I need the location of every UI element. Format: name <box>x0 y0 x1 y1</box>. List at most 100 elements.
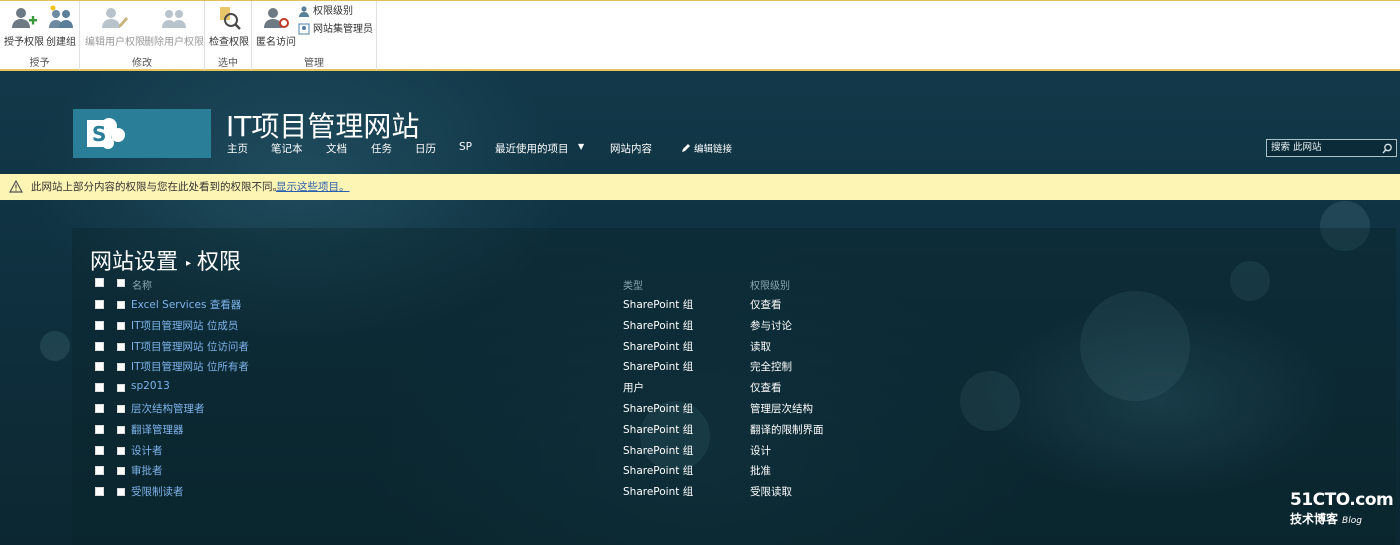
row-type: SharePoint 组 <box>623 320 694 332</box>
search-input[interactable]: 搜索 此网站 <box>1266 139 1397 157</box>
row-type: SharePoint 组 <box>623 445 694 457</box>
check-permissions-label: 检查权限 <box>209 37 249 48</box>
site-collection-admins-label: 网站集管理员 <box>313 24 373 35</box>
edit-user-permissions-button[interactable]: 编辑用户权限 <box>85 5 145 48</box>
svg-text:S: S <box>92 122 106 146</box>
row-checkbox[interactable] <box>95 342 104 351</box>
nav-item-sp[interactable]: SP <box>459 141 472 153</box>
warning-text: 此网站上部分内容的权限与您在此处看到的权限不同。 <box>31 181 283 193</box>
row-permission-level: 仅查看 <box>750 299 782 311</box>
grant-permissions-button[interactable]: 授予权限 <box>4 5 44 48</box>
breadcrumb-separator-icon: ▸ <box>186 257 192 269</box>
row-type: SharePoint 组 <box>623 465 694 477</box>
column-header-type[interactable]: 类型 <box>623 277 643 292</box>
row-name-link[interactable]: 翻译管理器 <box>131 422 184 437</box>
row-type: SharePoint 组 <box>623 361 694 373</box>
row-permission-level: 批准 <box>750 465 771 477</box>
column-header-level[interactable]: 权限级别 <box>750 277 790 292</box>
anonymous-access-button[interactable]: 匿名访问 <box>256 5 296 48</box>
ribbon-group-grant-label: 授予 <box>29 58 50 69</box>
row-type: SharePoint 组 <box>623 486 694 498</box>
permission-levels-button[interactable]: 权限级别 <box>298 4 353 20</box>
watermark-line3: Blog <box>1342 516 1362 526</box>
row-type: SharePoint 组 <box>623 341 694 353</box>
row-checkbox[interactable] <box>95 383 104 392</box>
user-lock-icon <box>264 8 289 28</box>
site-collection-admins-button[interactable]: 网站集管理员 <box>298 22 373 38</box>
ribbon-group-check: 检查权限 选中 <box>205 1 252 70</box>
user-small-icon <box>299 6 309 17</box>
ribbon-group-modify-label: 修改 <box>132 58 152 69</box>
row-name-link[interactable]: 受限制读者 <box>131 484 184 499</box>
show-items-link[interactable]: 显示这些项目。 <box>276 174 350 200</box>
row-name-link[interactable]: Excel Services 查看器 <box>131 297 241 312</box>
row-checkbox[interactable] <box>95 362 104 371</box>
row-name-link[interactable]: 设计者 <box>131 443 163 458</box>
pencil-icon <box>682 144 690 152</box>
row-item-checkbox[interactable] <box>117 363 125 371</box>
ribbon-group-grant: 授予权限 创建组 授予 <box>0 1 80 70</box>
edit-links-button[interactable]: 编辑链接 <box>681 141 732 155</box>
row-name-link[interactable]: 层次结构管理者 <box>131 401 205 416</box>
row-item-checkbox[interactable] <box>117 447 125 455</box>
row-checkbox[interactable] <box>95 487 104 496</box>
row-permission-level: 翻译的限制界面 <box>750 424 824 436</box>
row-checkbox[interactable] <box>95 404 104 413</box>
nav-item-calendar[interactable]: 日历 <box>415 141 436 156</box>
admin-small-icon <box>298 23 310 35</box>
row-type: SharePoint 组 <box>623 403 694 415</box>
row-item-checkbox[interactable] <box>117 322 125 330</box>
row-item-checkbox[interactable] <box>117 426 125 434</box>
watermark-line2: 技术博客 <box>1290 512 1339 526</box>
row-permission-level: 仅查看 <box>750 382 782 394</box>
site-logo[interactable]: S <box>73 109 211 158</box>
group-icon <box>49 5 73 28</box>
row-item-checkbox[interactable] <box>117 488 125 496</box>
remove-user-permissions-label: 删除用户权限 <box>144 37 204 48</box>
row-item-checkbox[interactable] <box>117 384 125 392</box>
nav-item-notebook[interactable]: 笔记本 <box>271 141 303 156</box>
chevron-down-icon[interactable]: ▼ <box>578 142 584 151</box>
select-all-checkbox[interactable] <box>95 278 104 287</box>
header-item-checkbox[interactable] <box>117 279 125 287</box>
magnifier-icon <box>220 7 241 30</box>
column-header-name[interactable]: 名称 <box>132 277 152 292</box>
row-item-checkbox[interactable] <box>117 405 125 413</box>
anonymous-access-label: 匿名访问 <box>256 37 296 48</box>
breadcrumb-site-settings[interactable]: 网站设置 <box>90 250 178 275</box>
row-permission-level: 参与讨论 <box>750 320 792 332</box>
row-type: SharePoint 组 <box>623 299 694 311</box>
row-name-link[interactable]: IT项目管理网站 位访问者 <box>131 339 249 354</box>
row-permission-level: 管理层次结构 <box>750 403 813 415</box>
edit-user-permissions-label: 编辑用户权限 <box>85 37 145 48</box>
row-name-link[interactable]: IT项目管理网站 位所有者 <box>131 359 249 374</box>
row-checkbox[interactable] <box>95 446 104 455</box>
row-item-checkbox[interactable] <box>117 467 125 475</box>
ribbon-group-check-label: 选中 <box>218 58 238 69</box>
row-item-checkbox[interactable] <box>117 301 125 309</box>
ribbon: 授予权限 创建组 授予 编辑用户权限 删除用户权限 修改 检查权限 选中 匿名访… <box>0 0 1400 71</box>
nav-item-tasks[interactable]: 任务 <box>371 141 392 156</box>
create-group-button[interactable]: 创建组 <box>46 5 76 48</box>
site-title[interactable]: IT项目管理网站 <box>226 105 419 145</box>
row-checkbox[interactable] <box>95 466 104 475</box>
row-item-checkbox[interactable] <box>117 343 125 351</box>
row-checkbox[interactable] <box>95 300 104 309</box>
nav-item-recent[interactable]: 最近使用的项目 <box>495 141 569 156</box>
row-permission-level: 读取 <box>750 341 771 353</box>
nav-item-home[interactable]: 主页 <box>227 141 248 156</box>
nav-item-site-contents[interactable]: 网站内容 <box>610 141 652 156</box>
user-add-icon <box>12 8 37 28</box>
remove-user-permissions-button[interactable]: 删除用户权限 <box>144 5 204 48</box>
sharepoint-logo-icon: S <box>87 118 125 149</box>
search-icon[interactable] <box>1382 143 1393 154</box>
nav-item-documents[interactable]: 文档 <box>326 141 347 156</box>
row-checkbox[interactable] <box>95 425 104 434</box>
row-checkbox[interactable] <box>95 321 104 330</box>
row-permission-level: 设计 <box>750 445 771 457</box>
check-permissions-button[interactable]: 检查权限 <box>209 5 249 48</box>
grant-permissions-label: 授予权限 <box>4 37 44 48</box>
row-name-link[interactable]: sp2013 <box>131 380 170 392</box>
row-name-link[interactable]: 审批者 <box>131 463 163 478</box>
row-name-link[interactable]: IT项目管理网站 位成员 <box>131 318 238 333</box>
